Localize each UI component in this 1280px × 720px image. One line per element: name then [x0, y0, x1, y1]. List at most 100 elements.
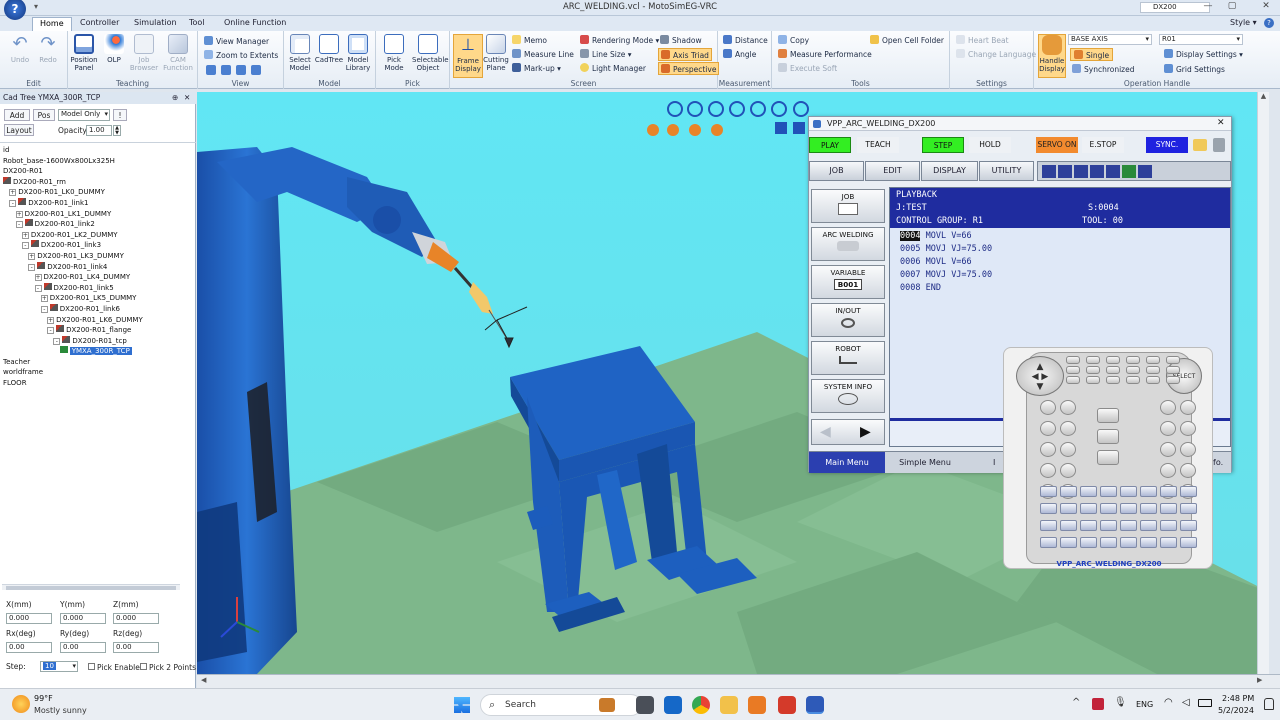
- pick-enable-checkbox[interactable]: Pick Enable: [88, 663, 140, 672]
- y-input[interactable]: 0.000: [60, 613, 106, 624]
- task-view-icon[interactable]: [636, 696, 654, 714]
- function-key[interactable]: [1060, 520, 1077, 531]
- opacity-input[interactable]: 1.00: [86, 125, 112, 136]
- base-axis-combo[interactable]: BASE AXIS ▾: [1068, 34, 1152, 45]
- pendant-key[interactable]: [1146, 376, 1160, 384]
- jog-key[interactable]: [1160, 400, 1176, 415]
- viewport-hscrollbar[interactable]: ◀ ▶: [197, 674, 1280, 688]
- angle-button[interactable]: Angle: [723, 48, 756, 61]
- function-key[interactable]: [1100, 486, 1117, 497]
- panel-close-icon[interactable]: ✕: [184, 93, 190, 102]
- scroll-up-icon[interactable]: ▲: [1258, 92, 1269, 102]
- jog-key[interactable]: [1060, 463, 1076, 478]
- ry-input[interactable]: 0.00: [60, 642, 106, 653]
- x-input[interactable]: 0.000: [6, 613, 52, 624]
- style-menu[interactable]: Style ▾: [1230, 18, 1257, 27]
- function-key[interactable]: [1080, 537, 1097, 548]
- speed-key[interactable]: [1097, 408, 1119, 423]
- expand-icon[interactable]: +: [28, 252, 36, 260]
- wifi-icon[interactable]: ◠: [1164, 697, 1173, 708]
- cadtree-button[interactable]: CadTree: [313, 34, 345, 78]
- tree-hscroll-thumb[interactable]: [6, 586, 176, 590]
- function-key[interactable]: [1040, 520, 1057, 531]
- cutting-plane-button[interactable]: Cutting Plane: [480, 34, 512, 78]
- tree-item[interactable]: YMXA_300R_TCP: [0, 346, 196, 357]
- info-button[interactable]: !: [113, 109, 127, 121]
- distance-button[interactable]: Distance: [723, 34, 768, 47]
- function-key[interactable]: [1160, 486, 1177, 497]
- perspective-button[interactable]: Perspective: [658, 62, 720, 75]
- pendant-key[interactable]: [1066, 356, 1080, 364]
- file-explorer-icon[interactable]: [720, 696, 738, 714]
- function-key[interactable]: [1120, 537, 1137, 548]
- collapse-icon[interactable]: -: [15, 221, 23, 229]
- robot-tool-icon[interactable]: [667, 124, 679, 136]
- menu-utility[interactable]: UTILITY: [979, 161, 1034, 181]
- robot-tool-icon[interactable]: [711, 124, 723, 136]
- heart-beat-button[interactable]: Heart Beat: [956, 34, 1009, 47]
- dpad[interactable]: ▲ ◀ ▶ ▼: [1016, 356, 1064, 396]
- function-key[interactable]: [1140, 503, 1157, 514]
- menu-display[interactable]: DISPLAY: [921, 161, 978, 181]
- notification-icon[interactable]: [1264, 698, 1274, 710]
- function-key[interactable]: [1140, 537, 1157, 548]
- tree-item[interactable]: + DX200-R01_LK0_DUMMY: [0, 187, 196, 198]
- tab-tool[interactable]: Tool: [182, 17, 212, 31]
- pendant-key[interactable]: [1086, 376, 1100, 384]
- pendant-key[interactable]: [1166, 376, 1180, 384]
- scroll-left-icon[interactable]: ◀: [201, 676, 206, 684]
- taskbar-search[interactable]: ⌕ Search: [480, 694, 642, 716]
- tree-item[interactable]: + DX200-R01_LK4_DUMMY: [0, 272, 196, 283]
- pendant-key[interactable]: [1086, 356, 1100, 364]
- cam-function-button[interactable]: CAM Function: [162, 34, 194, 78]
- cube-view-icon[interactable]: [775, 122, 787, 134]
- close-button[interactable]: ✕: [1254, 1, 1278, 14]
- tree-item[interactable]: id: [0, 145, 196, 156]
- rz-input[interactable]: 0.00: [113, 642, 159, 653]
- function-key[interactable]: [1180, 537, 1197, 548]
- trash-icon[interactable]: [1213, 138, 1225, 152]
- tree-item[interactable]: - DX200-R01_link1: [0, 197, 196, 209]
- opacity-spin[interactable]: ▲ ▼: [113, 125, 121, 136]
- main-menu-button[interactable]: Main Menu: [809, 452, 885, 473]
- pendant-key[interactable]: [1106, 366, 1120, 374]
- battery-icon[interactable]: [1198, 699, 1212, 707]
- collapse-icon[interactable]: -: [47, 327, 55, 335]
- copy-button[interactable]: Copy: [778, 34, 809, 47]
- pick-2-points-checkbox[interactable]: Pick 2 Points: [140, 663, 196, 672]
- change-language-button[interactable]: Change Language: [956, 48, 1036, 61]
- chrome-icon[interactable]: [692, 696, 710, 714]
- jog-key[interactable]: [1160, 442, 1176, 457]
- job-line[interactable]: 0008 END: [900, 282, 941, 295]
- function-key[interactable]: [1120, 503, 1137, 514]
- grid-settings-button[interactable]: Grid Settings: [1164, 63, 1225, 76]
- collapse-icon[interactable]: -: [28, 263, 36, 271]
- function-key[interactable]: [1180, 503, 1197, 514]
- motosim-icon[interactable]: [806, 696, 824, 714]
- outlook-icon[interactable]: [664, 696, 682, 714]
- synchronized-button[interactable]: Synchronized: [1072, 63, 1135, 76]
- function-key[interactable]: [1100, 537, 1117, 548]
- model-library-button[interactable]: Model Library: [342, 34, 374, 78]
- pendant-key[interactable]: [1126, 376, 1140, 384]
- speed-key[interactable]: [1097, 450, 1119, 465]
- side-inout-button[interactable]: IN/OUT: [811, 303, 885, 337]
- collapse-icon[interactable]: -: [9, 199, 17, 207]
- pendant-close-icon[interactable]: ✕: [1217, 118, 1225, 128]
- pendant-key[interactable]: [1146, 366, 1160, 374]
- viewport-vscrollbar[interactable]: ▲: [1257, 92, 1269, 674]
- restore-button[interactable]: ▢: [1220, 1, 1244, 14]
- tray-chevron-icon[interactable]: ^: [1072, 697, 1080, 708]
- collapse-icon[interactable]: -: [53, 337, 61, 345]
- light-manager-button[interactable]: Light Manager: [580, 62, 646, 75]
- tab-controller[interactable]: Controller: [73, 17, 126, 31]
- expand-icon[interactable]: +: [21, 231, 29, 239]
- minimize-button[interactable]: —: [1196, 1, 1220, 14]
- windows-start-icon[interactable]: [454, 697, 470, 713]
- expand-icon[interactable]: +: [40, 295, 48, 303]
- job-line[interactable]: 0005 MOVJ VJ=75.00: [900, 243, 992, 256]
- prev-page-icon[interactable]: ◀: [820, 424, 831, 440]
- function-key[interactable]: [1180, 486, 1197, 497]
- pendant-key[interactable]: [1106, 356, 1120, 364]
- function-key[interactable]: [1100, 520, 1117, 531]
